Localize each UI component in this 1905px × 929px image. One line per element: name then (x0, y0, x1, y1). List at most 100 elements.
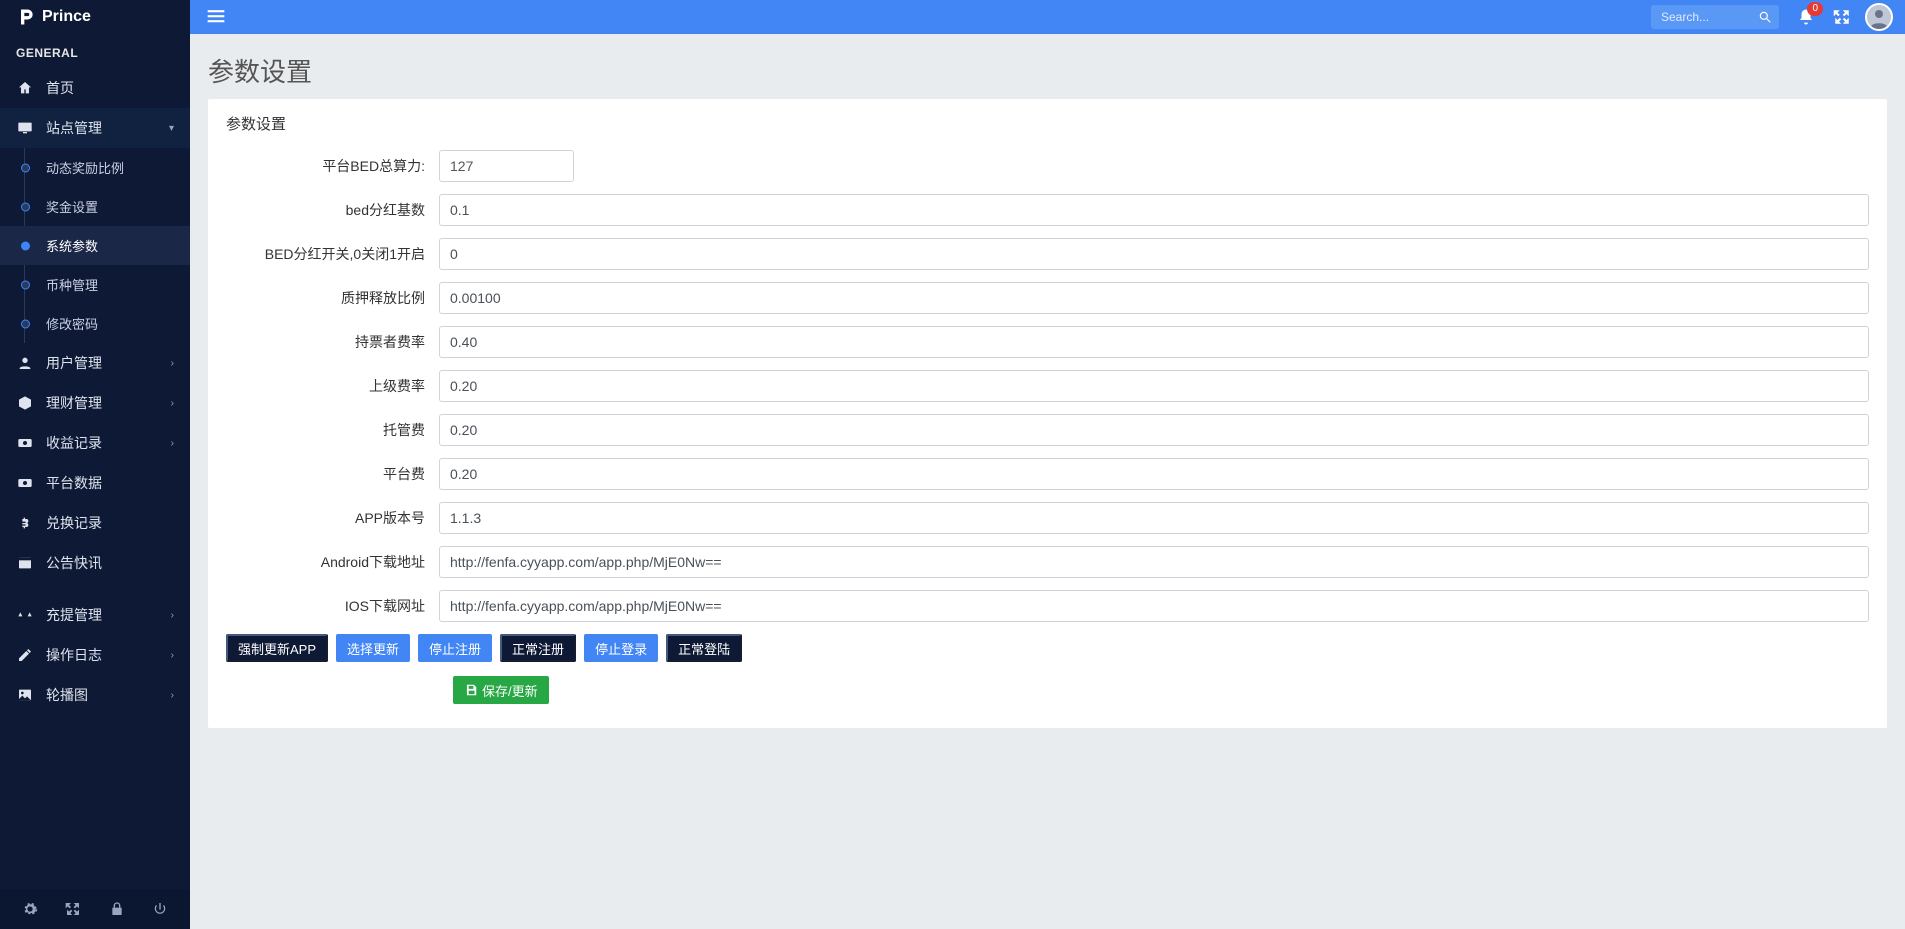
topbar: 0 (190, 0, 1905, 34)
subnav-coin-mgmt[interactable]: 币种管理 (0, 265, 190, 304)
chevron-right-icon: › (171, 398, 174, 409)
sidebar-item-label: 操作日志 (46, 645, 102, 665)
label-total-power: 平台BED总算力: (226, 156, 439, 176)
search-input[interactable] (1651, 10, 1751, 24)
chevron-down-icon: ▾ (169, 123, 174, 134)
input-app-version[interactable] (439, 502, 1869, 534)
sidebar-item-label: 充提管理 (46, 605, 102, 625)
hamburger-icon[interactable] (202, 2, 230, 33)
sidebar-item-finance-mgmt[interactable]: 理财管理 › (0, 383, 190, 423)
search-icon (1758, 10, 1772, 24)
btn-normal-login[interactable]: 正常登陆 (666, 634, 742, 662)
label-platform-fee: 平台费 (226, 464, 439, 484)
brand-logo[interactable]: Prince (0, 0, 190, 34)
sidebar-item-exchange-record[interactable]: 兑换记录 (0, 503, 190, 543)
label-ticket-holder-rate: 持票者费率 (226, 332, 439, 352)
sidebar-item-site-mgmt[interactable]: 站点管理 ▾ (0, 108, 190, 148)
search-button[interactable] (1751, 5, 1779, 29)
balance-icon (16, 606, 34, 624)
btn-normal-register[interactable]: 正常注册 (500, 634, 576, 662)
input-total-power[interactable] (439, 150, 574, 182)
logo-icon (16, 7, 36, 27)
sidebar-item-platform-data[interactable]: 平台数据 (0, 463, 190, 503)
sidebar-item-label: 轮播图 (46, 685, 88, 705)
image-icon (16, 686, 34, 704)
sidebar-item-home[interactable]: 首页 (0, 68, 190, 108)
input-superior-rate[interactable] (439, 370, 1869, 402)
action-button-row: 强制更新APP 选择更新 停止注册 正常注册 停止登录 正常登陆 (226, 634, 1869, 662)
sidebar-item-label: 用户管理 (46, 353, 102, 373)
sidebar-item-user-mgmt[interactable]: 用户管理 › (0, 343, 190, 383)
chevron-right-icon: › (171, 438, 174, 449)
input-ios-url[interactable] (439, 590, 1869, 622)
sidebar-item-income-record[interactable]: 收益记录 › (0, 423, 190, 463)
sidebar-item-carousel[interactable]: 轮播图 › (0, 675, 190, 715)
label-pledge-release: 质押释放比例 (226, 288, 439, 308)
label-superior-rate: 上级费率 (226, 376, 439, 396)
sidebar-item-label: 收益记录 (46, 433, 102, 453)
sidebar-item-operation-log[interactable]: 操作日志 › (0, 635, 190, 675)
sidebar-item-announcement[interactable]: 公告快讯 (0, 543, 190, 583)
panel-params: 参数设置 平台BED总算力: bed分红基数 BED分红开关,0关闭1开启 质押… (208, 99, 1887, 728)
avatar[interactable] (1865, 3, 1893, 31)
topbar-icons: 0 (1797, 8, 1851, 26)
power-icon[interactable] (151, 900, 169, 918)
btn-select-update[interactable]: 选择更新 (336, 634, 410, 662)
chevron-right-icon: › (171, 610, 174, 621)
subnav-system-params[interactable]: 系统参数 (0, 226, 190, 265)
sidebar-item-label: 站点管理 (46, 118, 102, 138)
btc-icon (16, 514, 34, 532)
window-icon (16, 554, 34, 572)
money-icon (16, 474, 34, 492)
fullscreen-icon[interactable] (1833, 8, 1851, 26)
sidebar: Prince GENERAL 首页 站点管理 ▾ 动态奖励比例 奖金设置 系统参… (0, 0, 190, 929)
money-icon (16, 434, 34, 452)
content: 参数设置 参数设置 平台BED总算力: bed分红基数 BED分红开关,0关闭1… (190, 34, 1905, 929)
subnav-change-password[interactable]: 修改密码 (0, 304, 190, 343)
sidebar-item-label: 理财管理 (46, 393, 102, 413)
input-bed-dividend-switch[interactable] (439, 238, 1869, 270)
btn-save[interactable]: 保存/更新 (453, 676, 549, 704)
input-hosting-fee[interactable] (439, 414, 1869, 446)
input-android-url[interactable] (439, 546, 1869, 578)
lock-icon[interactable] (108, 900, 126, 918)
label-hosting-fee: 托管费 (226, 420, 439, 440)
sidebar-item-label: 兑换记录 (46, 513, 102, 533)
sidebar-item-label: 公告快讯 (46, 553, 102, 573)
input-pledge-release[interactable] (439, 282, 1869, 314)
brand-text: Prince (42, 8, 91, 26)
sidebar-subnav-site-mgmt: 动态奖励比例 奖金设置 系统参数 币种管理 修改密码 (0, 148, 190, 343)
input-ticket-holder-rate[interactable] (439, 326, 1869, 358)
notification-badge: 0 (1807, 2, 1823, 16)
search-box (1651, 5, 1779, 29)
sidebar-item-deposit-withdraw[interactable]: 充提管理 › (0, 595, 190, 635)
bell-icon[interactable]: 0 (1797, 8, 1815, 26)
edit-icon (16, 646, 34, 664)
expand-icon[interactable] (64, 900, 82, 918)
main: 0 参数设置 参数设置 平台BED总算力: bed分红基数 (190, 0, 1905, 929)
sidebar-section-label: GENERAL (0, 34, 190, 68)
label-bed-dividend-base: bed分红基数 (226, 200, 439, 220)
subnav-bonus-settings[interactable]: 奖金设置 (0, 187, 190, 226)
btn-force-update[interactable]: 强制更新APP (226, 634, 328, 662)
chevron-right-icon: › (171, 358, 174, 369)
chevron-right-icon: › (171, 650, 174, 661)
input-platform-fee[interactable] (439, 458, 1869, 490)
btn-stop-register[interactable]: 停止注册 (418, 634, 492, 662)
cube-icon (16, 394, 34, 412)
label-android-url: Android下载地址 (226, 552, 439, 572)
save-icon (464, 683, 478, 697)
chevron-right-icon: › (171, 690, 174, 701)
sidebar-item-label: 平台数据 (46, 473, 102, 493)
label-bed-dividend-switch: BED分红开关,0关闭1开启 (226, 244, 439, 264)
desktop-icon (16, 119, 34, 137)
label-ios-url: IOS下载网址 (226, 596, 439, 616)
panel-subtitle: 参数设置 (226, 113, 1869, 134)
page-title: 参数设置 (208, 52, 1887, 89)
input-bed-dividend-base[interactable] (439, 194, 1869, 226)
sidebar-footer (0, 889, 190, 929)
home-icon (16, 79, 34, 97)
subnav-dynamic-reward[interactable]: 动态奖励比例 (0, 148, 190, 187)
gear-icon[interactable] (21, 900, 39, 918)
btn-stop-login[interactable]: 停止登录 (584, 634, 658, 662)
